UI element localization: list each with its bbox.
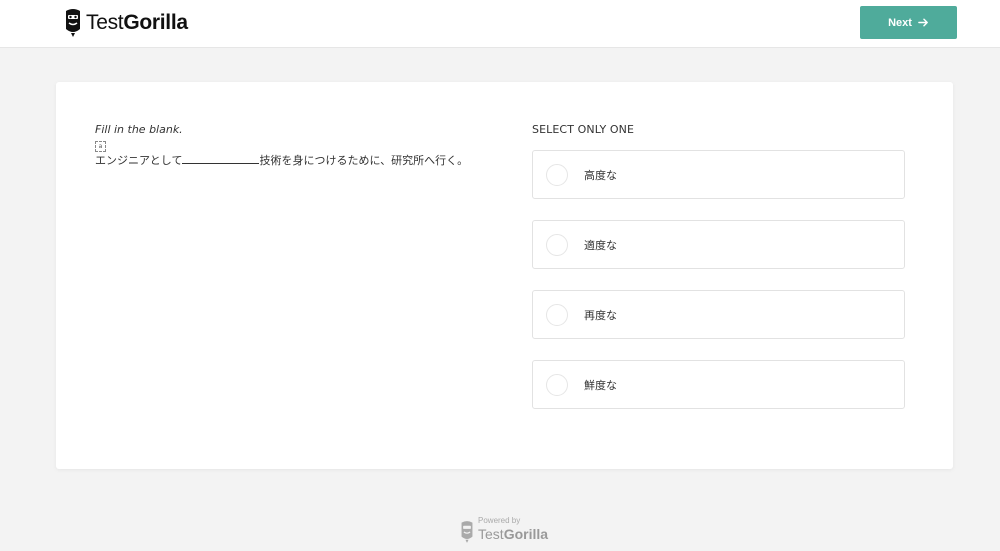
brand-logo[interactable]: TestGorilla bbox=[64, 6, 188, 40]
select-only-one-label: SELECT ONLY ONE bbox=[532, 123, 635, 136]
radio-button[interactable] bbox=[546, 373, 568, 396]
gorilla-logo-icon bbox=[461, 521, 473, 543]
answer-option-label: 再度な bbox=[584, 308, 617, 322]
top-bar: TestGorilla Next bbox=[0, 0, 1000, 48]
question-instruction: Fill in the blank. bbox=[95, 123, 183, 136]
answer-option-label: 適度な bbox=[584, 238, 617, 252]
answer-option-3[interactable]: 再度な bbox=[532, 290, 905, 339]
arrow-right-icon bbox=[918, 18, 928, 27]
question-sentence: エンジニアとして 技術を身につけるために、研究所へ行く。 bbox=[95, 153, 495, 168]
brand-name: TestGorilla bbox=[86, 11, 188, 34]
answer-option-2[interactable]: 適度な bbox=[532, 220, 905, 269]
answer-option-label: 鮮度な bbox=[584, 378, 617, 392]
next-button[interactable]: Next bbox=[860, 6, 957, 39]
question-panel: Fill in the blank. a エンジニアとして 技術を身につけるために… bbox=[95, 122, 495, 168]
gorilla-logo-icon bbox=[66, 9, 80, 37]
answer-option-label: 高度な bbox=[584, 168, 617, 182]
sentence-before: エンジニアとして bbox=[95, 154, 183, 167]
answer-option-4[interactable]: 鮮度な bbox=[532, 360, 905, 409]
footer-brand-name: TestGorilla bbox=[478, 526, 549, 542]
powered-by-label: Powered by bbox=[478, 516, 521, 525]
question-card: Fill in the blank. a エンジニアとして 技術を身につけるために… bbox=[56, 82, 953, 469]
footer-branding: Powered by TestGorilla bbox=[460, 515, 550, 545]
radio-button[interactable] bbox=[546, 233, 568, 256]
radio-button[interactable] bbox=[546, 303, 568, 326]
next-button-label: Next bbox=[888, 16, 912, 29]
radio-button[interactable] bbox=[546, 163, 568, 186]
sentence-after: 技術を身につけるために、研究所へ行く。 bbox=[259, 154, 469, 167]
answer-blank bbox=[182, 153, 260, 164]
answer-option-1[interactable]: 高度な bbox=[532, 150, 905, 199]
missing-glyph-icon: a bbox=[95, 137, 495, 152]
